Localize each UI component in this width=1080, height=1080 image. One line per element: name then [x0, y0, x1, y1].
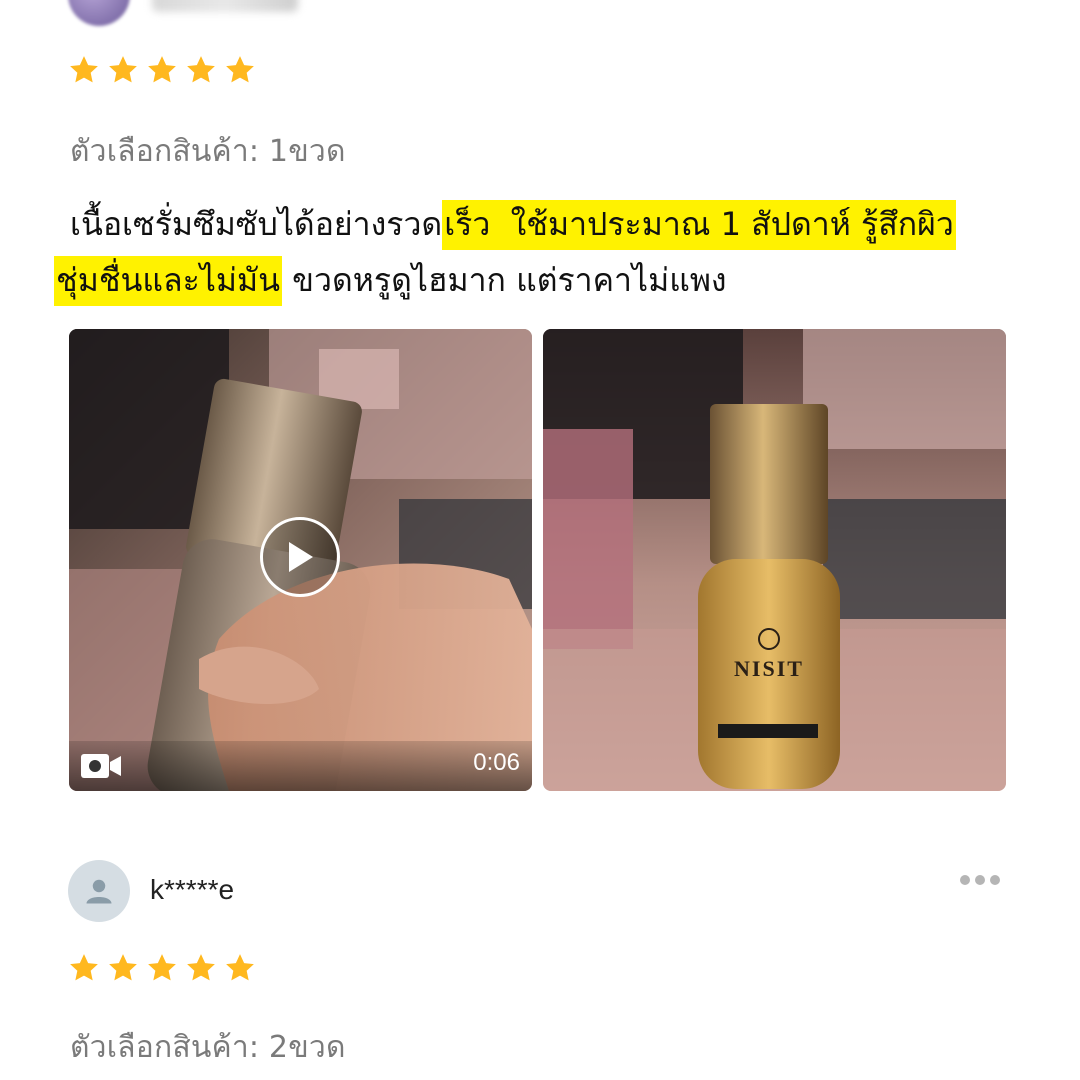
variant-label: ตัวเลือกสินค้า: 1ขวด [70, 134, 346, 169]
star-icon [148, 954, 176, 981]
star-icon [109, 954, 137, 981]
more-options-icon[interactable] [960, 872, 1006, 888]
star-icon [70, 954, 98, 981]
video-duration: 0:06 [473, 749, 520, 776]
play-icon [289, 542, 313, 572]
dot [990, 875, 1000, 885]
svg-text:NISIT: NISIT [734, 656, 804, 681]
review-text-line: ชุ่มชื่นและไม่มัน ขวดหรูดูไฮมาก แต่ราคาไ… [54, 252, 1004, 308]
review-photo-thumbnail[interactable]: NISIT [543, 329, 1006, 791]
variant-label: ตัวเลือกสินค้า: 2ขวด [70, 1030, 346, 1065]
rating-stars [68, 54, 256, 86]
rating-stars [68, 952, 256, 984]
video-camera-icon [81, 754, 121, 778]
review-text: เนื้อเซรั่มซึมซับได้อย่างรวดเร็ว ใช้มาปร… [54, 196, 1004, 308]
highlighted-segment: เร็ว [444, 205, 491, 243]
star-icon [187, 954, 215, 981]
highlighted-segment: ใช้มาประมาณ 1 สัปดาห์ รู้สึกผิว [510, 205, 954, 243]
username[interactable]: k*****e [150, 874, 234, 906]
play-button[interactable] [260, 517, 340, 597]
dot [960, 875, 970, 885]
review-list: ตัวเลือกสินค้า: 1ขวด เนื้อเซรั่มซึมซับได… [0, 0, 1080, 1080]
video-info-bar [69, 741, 532, 791]
highlighted-text: เร็ว ใช้มาประมาณ 1 สัปดาห์ รู้สึกผิว [442, 200, 956, 250]
avatar[interactable] [68, 860, 130, 922]
star-icon [187, 56, 215, 83]
review-text-segment: ขวดหรูดูไฮมาก แต่ราคาไม่แพง [281, 261, 727, 299]
avatar[interactable] [68, 0, 130, 26]
username-blurred [152, 0, 298, 12]
star-icon [226, 56, 254, 83]
review-text-segment: เนื้อเซรั่มซึมซับได้อย่างรวด [70, 205, 443, 243]
photo-scene: NISIT [543, 329, 1006, 791]
star-icon [109, 56, 137, 83]
star-icon [70, 56, 98, 83]
star-icon [226, 954, 254, 981]
highlighted-text: ชุ่มชื่นและไม่มัน [54, 256, 282, 306]
dot [975, 875, 985, 885]
star-icon [148, 56, 176, 83]
review-text-line: เนื้อเซรั่มซึมซับได้อย่างรวดเร็ว ใช้มาปร… [54, 196, 1004, 252]
user-icon [86, 879, 112, 904]
